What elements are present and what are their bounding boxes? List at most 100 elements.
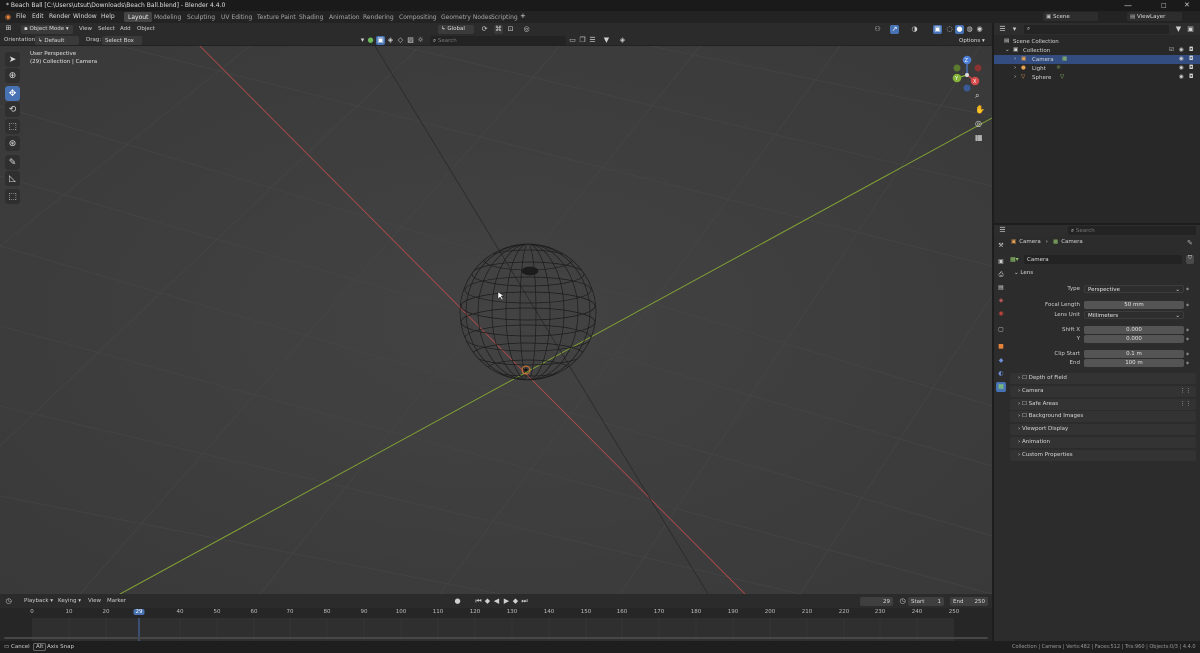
camera-render-icon[interactable]: ◘ xyxy=(1189,74,1193,80)
copy-icon[interactable]: ❐ xyxy=(578,36,587,45)
filter-icon[interactable]: ▼ xyxy=(602,36,611,45)
menu-view[interactable]: View xyxy=(79,26,92,32)
shift-y-field[interactable]: 0.000 xyxy=(1084,335,1184,343)
timeline-editor-type-icon[interactable]: ◷ xyxy=(4,597,13,606)
mode-dropdown[interactable]: ▪ Object Mode ▾ xyxy=(21,24,73,34)
render-tab-icon[interactable]: ▣ xyxy=(996,257,1006,267)
outliner-item-camera[interactable]: › ▣ Camera ▦ ◉ ◘ xyxy=(994,55,1200,64)
keyframe-icon[interactable]: ◆ xyxy=(1186,351,1189,356)
xray-icon[interactable]: ▣ xyxy=(933,24,942,34)
chevron-right-icon[interactable]: › xyxy=(1014,65,1016,71)
panel-camera[interactable]: › Camera ⋮⋮ xyxy=(1010,386,1196,397)
checkbox-icon[interactable]: ☑ xyxy=(1169,47,1174,53)
3d-viewport[interactable]: Z X Y User Perspective (29) Collection |… xyxy=(0,46,992,594)
outliner-collection[interactable]: ⌄ ▣ Collection ☑ ◉ ◘ xyxy=(994,46,1200,55)
menu-add[interactable]: Add xyxy=(120,26,131,32)
solid-shading-icon[interactable]: ● xyxy=(955,24,964,34)
output-tab-icon[interactable]: ⎙ xyxy=(996,270,1006,280)
add-cube-tool-icon[interactable]: ⬚ xyxy=(5,189,20,204)
sort-icon[interactable]: ▭ xyxy=(568,36,577,45)
checkbox-icon[interactable]: ☐ xyxy=(1022,413,1029,419)
previous-keyframe-icon[interactable]: ◆ xyxy=(483,597,492,606)
drag-handle-icon[interactable]: ⋮⋮ xyxy=(1180,399,1191,410)
chevron-right-icon[interactable]: › xyxy=(1014,74,1016,80)
panel-animation[interactable]: › Animation xyxy=(1010,437,1196,448)
outliner-item-sphere[interactable]: › ▽ Sphere ▽ ◉ ◘ xyxy=(994,73,1200,82)
view-layer-selector[interactable]: ▤ ViewLayer xyxy=(1127,12,1182,21)
menu-select[interactable]: Select xyxy=(98,26,115,32)
constraint-tab-icon[interactable]: ◐ xyxy=(996,369,1006,379)
viewport-search[interactable]: ⌕ Search xyxy=(430,36,566,45)
lens-unit-dropdown[interactable]: Millimeters ⌄ xyxy=(1084,311,1184,319)
menu-file[interactable]: File xyxy=(16,13,26,20)
perspective-toggle-icon[interactable]: ▦ xyxy=(975,133,983,142)
snap-icon[interactable]: ⌘ xyxy=(494,24,503,34)
camera-render-icon[interactable]: ◘ xyxy=(1189,56,1193,62)
pan-hand-icon[interactable]: ✋ xyxy=(975,105,985,114)
shift-x-field[interactable]: 0.000 xyxy=(1084,326,1184,334)
transform-tool-icon[interactable]: ⊛ xyxy=(5,136,20,151)
workspace-tab-shading[interactable]: Shading xyxy=(295,12,327,22)
viewport-canvas[interactable]: Z X Y xyxy=(0,46,992,594)
menu-window[interactable]: Window xyxy=(73,13,97,20)
panel-background-images[interactable]: › ☐ Background Images xyxy=(1010,411,1196,422)
workspace-tab-texture-paint[interactable]: Texture Paint xyxy=(253,12,300,22)
rendered-shading-icon[interactable]: ◉ xyxy=(975,25,984,34)
overlay-icon[interactable]: ◑ xyxy=(910,25,919,34)
eye-icon[interactable]: ◉ xyxy=(1179,65,1184,71)
camera-datablock-name[interactable]: Camera xyxy=(1024,255,1182,264)
camera-data-icon[interactable]: ▦▾ xyxy=(1010,256,1024,263)
workspace-tab-scripting[interactable]: Scripting xyxy=(487,12,522,22)
outliner-item-light[interactable]: › ● Light ☼ ◉ ◘ xyxy=(994,64,1200,73)
scene-selector[interactable]: ▣ Scene xyxy=(1043,12,1098,21)
properties-search[interactable]: ⌕ Search xyxy=(1068,226,1196,235)
keyframe-icon[interactable]: ◆ xyxy=(1186,360,1189,365)
clip-start-field[interactable]: 0.1 m xyxy=(1084,350,1184,358)
measure-tool-icon[interactable]: ◺ xyxy=(5,171,20,186)
workspace-tab-rendering[interactable]: Rendering xyxy=(359,12,398,22)
drag-handle-icon[interactable]: ⋮⋮ xyxy=(1180,386,1191,397)
transform-orientation-dropdown[interactable]: ↳ Global xyxy=(438,24,474,34)
scale-tool-icon[interactable]: ⬚ xyxy=(5,119,20,134)
tool-tab-icon[interactable]: ⚒ xyxy=(996,241,1006,251)
workspace-tab-modeling[interactable]: Modeling xyxy=(150,12,185,22)
editor-type-icon[interactable]: ⊞ xyxy=(4,24,13,33)
minimize-button[interactable]: — xyxy=(1124,1,1132,10)
outliner-scene-collection[interactable]: ▤ Scene Collection xyxy=(994,37,1200,46)
marker-menu[interactable]: Marker xyxy=(107,598,126,604)
camera-view-icon[interactable]: ◎ xyxy=(975,119,982,128)
wireframe-shading-icon[interactable]: ◌ xyxy=(945,25,954,34)
clip-end-field[interactable]: 100 m xyxy=(1084,359,1184,367)
keyframe-icon[interactable]: ◆ xyxy=(1186,327,1189,332)
lens-panel-header[interactable]: ⌄ Lens xyxy=(1014,270,1033,276)
snap-target-icon[interactable]: ⊡ xyxy=(506,25,515,34)
next-keyframe-icon[interactable]: ◆ xyxy=(511,597,520,606)
curve-select-icon[interactable]: ◇ xyxy=(396,36,405,45)
add-workspace-button[interactable]: + xyxy=(520,12,526,20)
annotate-tool-icon[interactable]: ✎ xyxy=(5,155,20,170)
workspace-tab-uv-editing[interactable]: UV Editing xyxy=(217,12,256,22)
chevron-down-icon[interactable]: ⌄ xyxy=(1005,47,1010,53)
playhead-frame[interactable]: 29 xyxy=(133,609,145,615)
list-icon[interactable]: ☰ xyxy=(588,36,597,45)
scene-tab-icon[interactable]: ◈ xyxy=(996,296,1006,306)
workspace-tab-compositing[interactable]: Compositing xyxy=(395,12,441,22)
gizmo-toggle-icon[interactable]: ↗ xyxy=(890,24,899,34)
clock-icon[interactable]: ◷ xyxy=(898,597,907,606)
play-reverse-icon[interactable]: ◀ xyxy=(492,597,501,606)
display-mode-icon[interactable]: ▾ xyxy=(1010,25,1019,34)
modifier-tab-icon[interactable]: ◆ xyxy=(996,356,1006,366)
world-tab-icon[interactable]: ◉ xyxy=(996,309,1006,319)
select-tool-icon[interactable]: ➤ xyxy=(5,52,20,67)
object-type-visibility-icon[interactable]: ● xyxy=(366,36,375,45)
workspace-tab-animation[interactable]: Animation xyxy=(325,12,364,22)
timeline-track-area[interactable] xyxy=(0,618,992,641)
record-icon[interactable]: ● xyxy=(453,597,462,606)
select-mode-icon[interactable]: ▣ xyxy=(376,36,385,45)
camera-render-icon[interactable]: ◘ xyxy=(1189,47,1193,53)
menu-object[interactable]: Object xyxy=(137,26,155,32)
end-frame-field[interactable]: End 250 xyxy=(950,597,988,606)
fake-user-icon[interactable]: ⛉ xyxy=(1186,255,1194,264)
panel-safe-areas[interactable]: › ☐ Safe Areas ⋮⋮ xyxy=(1010,399,1196,410)
shield-icon[interactable]: ◈ xyxy=(618,36,627,45)
